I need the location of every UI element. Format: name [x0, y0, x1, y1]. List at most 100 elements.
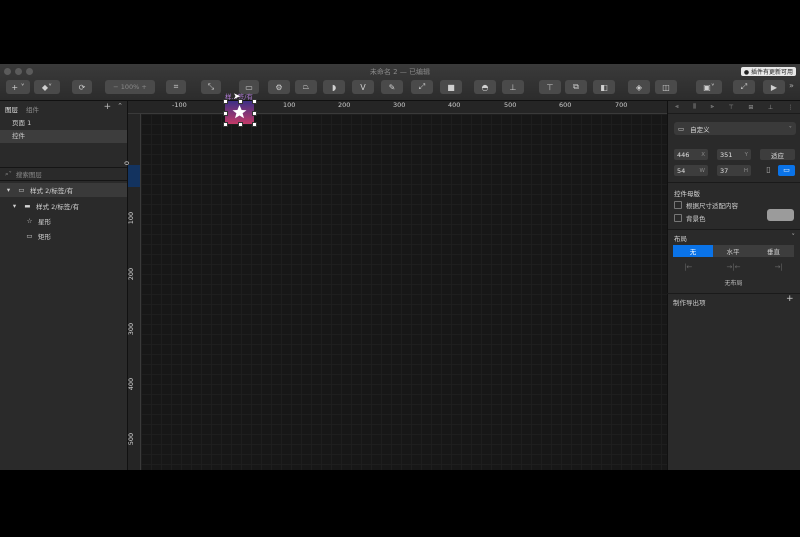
zoom-in-icon[interactable]: +: [141, 83, 146, 91]
background-color-swatch[interactable]: [767, 209, 794, 221]
vector-tool-button[interactable]: V: [352, 80, 374, 94]
layer-row-star[interactable]: ☆ 星形: [0, 214, 127, 228]
pencil-tool-button[interactable]: ✎: [381, 80, 403, 94]
monitor-icon: ▭: [678, 124, 685, 133]
align-end-icon[interactable]: →|: [775, 263, 783, 271]
layer-row-artboard[interactable]: ▾ ▭ 样式 2/标签/有: [0, 183, 127, 197]
sync-button[interactable]: ⟳: [72, 80, 92, 94]
height-field[interactable]: 37 H: [717, 165, 751, 176]
fit-selection-button[interactable]: ⌗: [166, 80, 186, 94]
layout-option-horizontal[interactable]: 水平: [713, 245, 753, 257]
blob-icon: ◗: [331, 82, 337, 92]
subtract-button[interactable]: ◧: [593, 80, 615, 94]
background-color-checkbox[interactable]: [674, 214, 682, 222]
device-preset-select[interactable]: ▭ 自定义 ˅: [674, 122, 796, 135]
background-color-checkbox-row[interactable]: 背景色: [674, 213, 706, 223]
distribute-icon[interactable]: ⋮: [788, 104, 794, 111]
disclosure-triangle-icon[interactable]: ▾: [10, 202, 19, 210]
layer-style-button[interactable]: ◆˅: [34, 80, 60, 94]
ruler-tick-label: 200: [127, 267, 136, 281]
y-value[interactable]: 351: [720, 151, 732, 159]
add-page-icon[interactable]: +: [104, 102, 112, 112]
x-label: X: [701, 151, 705, 158]
align-bottom-icon[interactable]: ⊥: [768, 104, 773, 111]
align-right-icon[interactable]: ⫸: [711, 103, 714, 111]
landscape-orientation-icon[interactable]: ▭: [778, 165, 795, 176]
layout-option-vertical[interactable]: 垂直: [753, 245, 794, 257]
align-middle-icon[interactable]: ⊞: [748, 104, 753, 111]
expand-button[interactable]: ⤢: [733, 80, 755, 94]
resize-handle[interactable]: [252, 99, 257, 104]
selected-artboard[interactable]: [225, 101, 254, 124]
overflow-icon[interactable]: »: [789, 81, 794, 90]
shrink-selection-button[interactable]: ⤡: [201, 80, 221, 94]
resize-handle[interactable]: [252, 111, 257, 116]
shape-tool-button[interactable]: ◗: [323, 80, 345, 94]
trapezoid-icon: ⏢: [302, 82, 310, 91]
resize-handle[interactable]: [223, 122, 228, 127]
tab-layers[interactable]: 图层: [5, 104, 18, 114]
align-top-button[interactable]: ⊤: [539, 80, 561, 94]
path-tool-button[interactable]: ⤢: [411, 80, 433, 94]
align-left-icon[interactable]: ⫷: [675, 103, 678, 111]
rectangle-icon: ▭: [26, 232, 33, 240]
refresh-icon: ⟳: [78, 82, 86, 92]
design-canvas[interactable]: [141, 114, 667, 470]
resize-content-checkbox-row[interactable]: 根据尺寸适配内容: [674, 200, 738, 210]
portrait-orientation-icon[interactable]: ▯: [762, 165, 775, 176]
layout-alignment-icons: |← →|← →|: [667, 263, 800, 271]
preview-button[interactable]: ▶: [763, 80, 785, 94]
insert-button[interactable]: + ˅: [6, 80, 30, 94]
difference-button[interactable]: ◫: [655, 80, 677, 94]
w-value[interactable]: 54: [677, 167, 685, 175]
collapse-pages-icon[interactable]: ⌃: [117, 102, 123, 112]
zoom-control[interactable]: − 100% +: [105, 80, 155, 94]
search-input[interactable]: 搜索图层: [16, 169, 42, 179]
union-button[interactable]: ⧉: [565, 80, 587, 94]
transform-tool-button[interactable]: ⏢: [295, 80, 317, 94]
layer-row-rectangle[interactable]: ▭ 矩形: [0, 229, 127, 243]
align-center-icon[interactable]: ⫼: [693, 103, 696, 111]
fit-button[interactable]: 适应: [760, 149, 795, 160]
x-field[interactable]: 446 X: [674, 149, 708, 160]
horizontal-ruler[interactable]: -100 0 100 200 300 400 500 600 700: [128, 101, 667, 114]
x-value[interactable]: 446: [677, 151, 689, 159]
intersect-button[interactable]: ◈: [628, 80, 650, 94]
export-section-title: 制作导出项: [673, 299, 706, 307]
vertical-ruler[interactable]: 0 100 200 300 400 500: [123, 114, 141, 470]
disclosure-triangle-icon[interactable]: ▾: [4, 186, 13, 194]
resize-handle[interactable]: [223, 99, 228, 104]
h-value[interactable]: 37: [720, 167, 728, 175]
align-center-icon[interactable]: →|←: [726, 263, 740, 271]
resize-content-checkbox[interactable]: [674, 201, 682, 209]
layer-search[interactable]: ⌕˅ 搜索图层: [0, 167, 127, 181]
toolbar: 未命名 2 — 已编辑 ● 插件有更新可用 + ˅ ◆˅ ⟳ − 100% + …: [0, 64, 800, 101]
ruler-tick-label: 400: [448, 101, 461, 109]
align-start-icon[interactable]: |←: [684, 263, 692, 271]
resize-handle[interactable]: [252, 122, 257, 127]
chevron-down-icon[interactable]: ˅: [792, 233, 796, 241]
align-top-icon[interactable]: ⊤: [729, 104, 734, 111]
tab-components[interactable]: 组件: [26, 104, 39, 114]
layer-label: 矩形: [38, 233, 51, 241]
settings-tool-button[interactable]: ⚙: [268, 80, 290, 94]
resize-handle[interactable]: [223, 111, 228, 116]
resize-handle[interactable]: [238, 122, 243, 127]
layout-option-none[interactable]: 无: [673, 245, 713, 257]
view-menu-button[interactable]: ▣˅: [696, 80, 722, 94]
page-item[interactable]: 页面 1: [0, 117, 127, 130]
plugin-update-badge[interactable]: ● 插件有更新可用: [740, 67, 796, 76]
zoom-out-icon[interactable]: −: [113, 83, 118, 91]
page-item-selected[interactable]: 控件: [0, 130, 127, 143]
width-field[interactable]: 54 W: [674, 165, 708, 176]
star-shape[interactable]: [225, 101, 254, 124]
align-bottom-button[interactable]: ⊥: [502, 80, 524, 94]
ruler-tick-label: 600: [559, 101, 572, 109]
mask-tool-button[interactable]: ◓: [474, 80, 496, 94]
fill-tool-button[interactable]: ■: [440, 80, 462, 94]
y-field[interactable]: 351 Y: [717, 149, 751, 160]
layer-row-group[interactable]: ▾ ▬ 样式 2/标签/有: [0, 199, 127, 213]
sidebar-tabs: 图层 组件: [5, 104, 39, 114]
background-color-label: 背景色: [686, 215, 706, 223]
add-export-icon[interactable]: +: [786, 294, 794, 304]
